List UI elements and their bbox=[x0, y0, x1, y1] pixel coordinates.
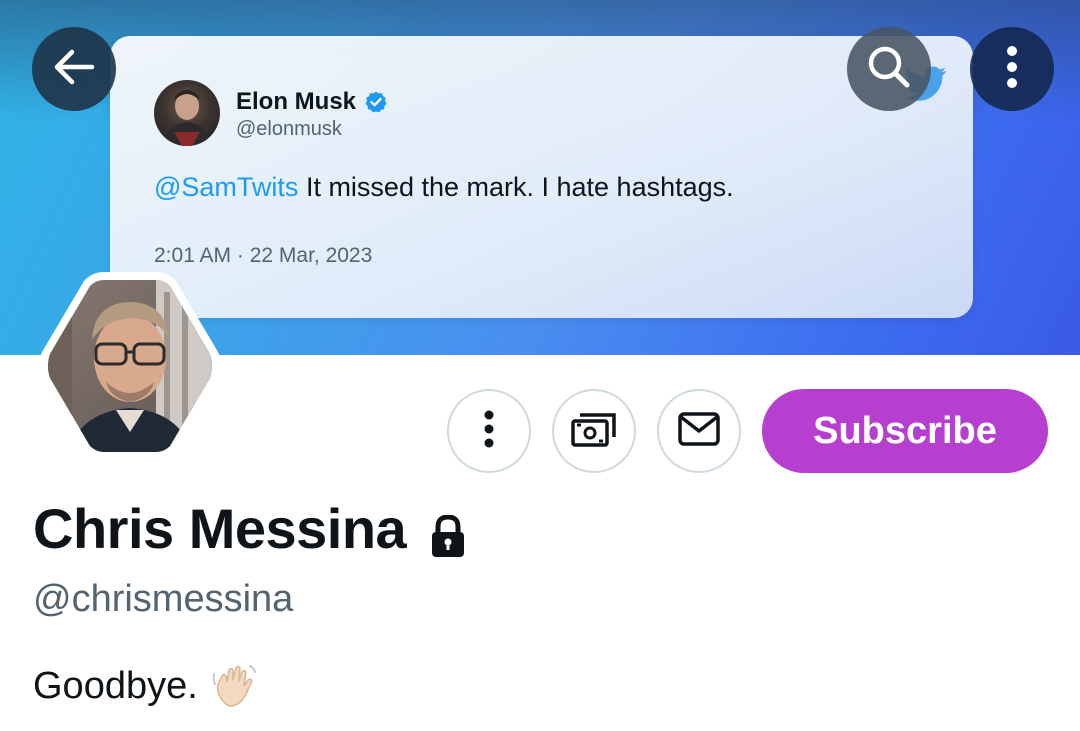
more-vertical-icon bbox=[1006, 45, 1018, 94]
search-icon bbox=[866, 44, 912, 95]
tweet-mention: @SamTwits bbox=[154, 172, 299, 202]
profile-bio-text: Goodbye. bbox=[33, 664, 198, 707]
tweet-author-avatar bbox=[154, 80, 220, 146]
profile-bio: Goodbye. bbox=[33, 662, 258, 710]
back-button[interactable] bbox=[32, 27, 116, 111]
profile-more-button[interactable] bbox=[447, 389, 531, 473]
profile-handle: @chrismessina bbox=[33, 578, 294, 620]
tweet-author-name-row: Elon Musk bbox=[236, 88, 388, 116]
profile-name-row: Chris Messina bbox=[33, 496, 468, 561]
tweet-author-handle: @elonmusk bbox=[236, 118, 342, 140]
profile-name: Chris Messina bbox=[33, 497, 407, 560]
tip-button[interactable] bbox=[552, 389, 636, 473]
lock-icon bbox=[428, 507, 468, 557]
more-vertical-icon bbox=[483, 409, 495, 454]
search-button[interactable] bbox=[847, 27, 931, 111]
waving-hand-icon bbox=[210, 662, 258, 710]
money-icon bbox=[570, 409, 618, 454]
profile-avatar[interactable] bbox=[32, 272, 228, 460]
verified-badge-icon bbox=[364, 90, 388, 114]
header-more-button[interactable] bbox=[970, 27, 1054, 111]
mail-icon bbox=[677, 411, 721, 452]
tweet-timestamp: 2:01 AM · 22 Mar, 2023 bbox=[154, 244, 373, 267]
tweet-body: It missed the mark. I hate hashtags. bbox=[298, 172, 734, 202]
tweet-text: @SamTwits It missed the mark. I hate has… bbox=[154, 172, 734, 203]
banner-tweet-card: Elon Musk @elonmusk @SamTwits It missed … bbox=[110, 36, 973, 318]
arrow-left-icon bbox=[52, 47, 96, 92]
subscribe-button[interactable]: Subscribe bbox=[762, 389, 1048, 473]
tweet-author-name: Elon Musk bbox=[236, 88, 357, 115]
message-button[interactable] bbox=[657, 389, 741, 473]
